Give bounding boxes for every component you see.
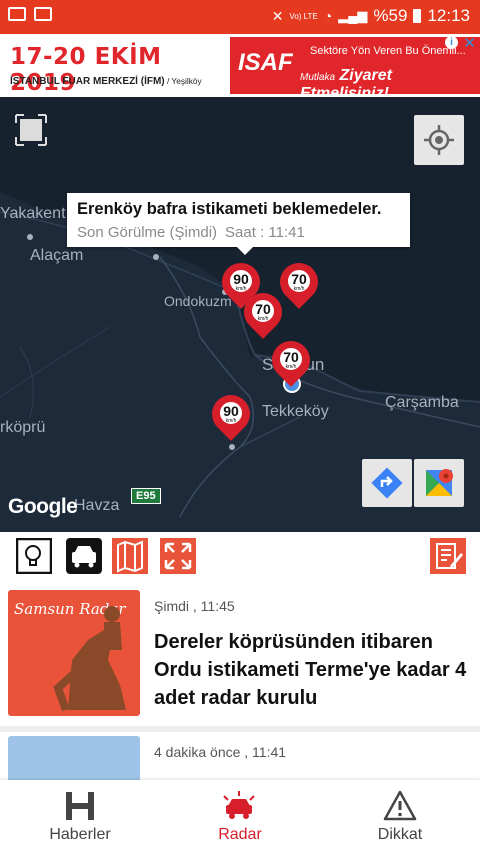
map-view[interactable]: Yakakent Alaçam Ondokuzm Samsun Tekkeköy… bbox=[0, 97, 480, 532]
crosshair-icon bbox=[424, 125, 454, 155]
speed-radar-marker[interactable]: 70 km/h bbox=[272, 255, 326, 315]
radar-car-icon bbox=[223, 791, 255, 819]
news-thumbnail: Samsun Radar bbox=[8, 590, 140, 716]
open-maps-button[interactable] bbox=[414, 459, 464, 507]
status-bar: ✕ Vo) LTE ◔ ▂▄▆ %59 12:13 bbox=[0, 0, 480, 34]
expand-map-button[interactable] bbox=[160, 538, 196, 574]
nav-news-label: Haberler bbox=[49, 826, 111, 843]
ad-info-icon[interactable]: i bbox=[445, 36, 458, 49]
nav-radar-label: Radar bbox=[218, 826, 262, 843]
place-label: rköprü bbox=[0, 419, 46, 436]
place-label: Yakakent bbox=[0, 205, 66, 222]
map-type-button[interactable] bbox=[112, 538, 148, 574]
car-icon bbox=[66, 538, 102, 574]
bulb-icon bbox=[15, 537, 53, 575]
car-mode-button[interactable] bbox=[66, 538, 102, 574]
map-toolbar bbox=[0, 532, 480, 580]
google-logo: Google bbox=[8, 495, 78, 518]
image-icon bbox=[34, 7, 52, 21]
marker-info-window[interactable]: Erenköy bafra istikameti beklemedeler. S… bbox=[67, 193, 410, 255]
battery-icon bbox=[413, 9, 422, 23]
news-item[interactable]: 4 dakika önce , 11:41 bbox=[0, 732, 480, 780]
map-icon bbox=[112, 538, 148, 574]
nav-radar[interactable]: Radar bbox=[160, 780, 320, 854]
news-item[interactable]: Samsun Radar Şimdi , 11:45 Dereler köprü… bbox=[0, 580, 480, 732]
warning-icon bbox=[383, 790, 417, 821]
expand-icon bbox=[160, 538, 196, 574]
screen-icon bbox=[8, 7, 26, 21]
ad-line1: Sektöre Yön Veren Bu Önemli... bbox=[310, 45, 466, 57]
ad-venue: İSTANBUL FUAR MERKEZİ (İFM) / Yeşilköy bbox=[10, 76, 202, 87]
ad-date: 17-20 EKİM 2019 bbox=[10, 44, 162, 96]
directions-icon bbox=[371, 467, 403, 499]
nav-alert[interactable]: Dikkat bbox=[320, 780, 480, 854]
wifi-icon: ◔ bbox=[323, 8, 333, 24]
info-window-meta: Son Görülme (Şimdi) Saat : 11:41 bbox=[77, 224, 305, 241]
ad-brand-logo: ISAF bbox=[238, 49, 293, 76]
network-label: Vo) LTE bbox=[289, 11, 318, 21]
mute-icon: ✕ bbox=[271, 7, 284, 24]
news-thumbnail bbox=[8, 736, 140, 780]
ad-close-icon[interactable]: ✕ bbox=[463, 34, 476, 52]
nav-news[interactable]: Haberler bbox=[0, 780, 160, 854]
fullscreen-button[interactable] bbox=[14, 113, 48, 147]
edit-note-icon bbox=[430, 538, 466, 574]
ad-banner[interactable]: 17-20 EKİM 2019 İSTANBUL FUAR MERKEZİ (İ… bbox=[0, 34, 480, 102]
google-maps-icon bbox=[426, 469, 453, 496]
report-button[interactable] bbox=[430, 538, 466, 574]
place-label: Alaçam bbox=[30, 247, 84, 264]
statue-image bbox=[53, 606, 126, 712]
bottom-navigation: Haberler Radar Dikkat bbox=[0, 780, 480, 854]
info-window-title: Erenköy bafra istikameti beklemedeler. bbox=[77, 200, 382, 218]
news-time: Şimdi , 11:45 bbox=[154, 598, 235, 614]
speed-radar-marker[interactable]: 90 km/h bbox=[204, 387, 258, 447]
clock: 12:13 bbox=[427, 6, 470, 25]
news-time: 4 dakika önce , 11:41 bbox=[154, 744, 287, 760]
speed-radar-marker[interactable]: 70 km/h bbox=[236, 285, 290, 345]
traffic-light-button[interactable] bbox=[15, 537, 53, 575]
news-title: Dereler köprüsünden itibaren Ordu istika… bbox=[154, 631, 467, 709]
nav-alert-label: Dikkat bbox=[377, 826, 423, 843]
place-label: Tekkeköy bbox=[262, 403, 329, 420]
signal-icon: ▂▄▆ bbox=[338, 8, 368, 23]
my-location-button[interactable] bbox=[414, 115, 464, 165]
fullscreen-icon bbox=[15, 114, 47, 146]
place-label: Çarşamba bbox=[385, 394, 459, 411]
h-letter-icon bbox=[66, 792, 94, 820]
place-label: Havza bbox=[74, 497, 120, 514]
battery-level: %59 bbox=[373, 6, 408, 25]
speed-radar-marker[interactable]: 70 km/h bbox=[264, 333, 318, 393]
directions-button[interactable] bbox=[362, 459, 412, 507]
road-shield: E95 bbox=[131, 488, 161, 504]
